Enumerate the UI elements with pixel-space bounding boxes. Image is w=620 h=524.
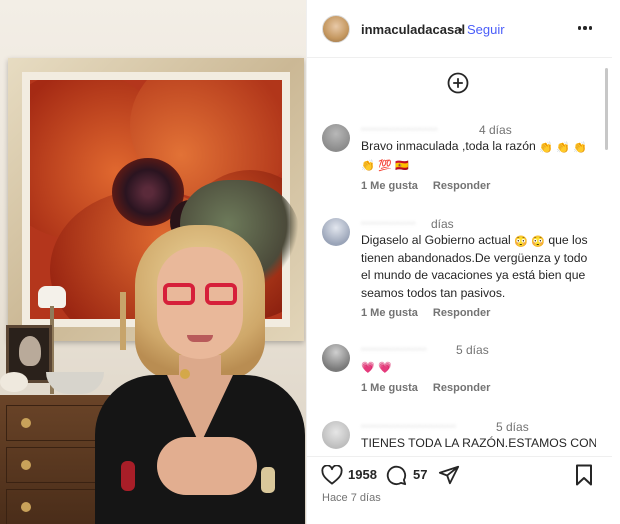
commenter-username-blurred[interactable]: ·················· bbox=[361, 344, 427, 356]
like-heart-icon[interactable] bbox=[321, 464, 343, 486]
comment-actions: 1 Me gusta Responder bbox=[361, 180, 502, 192]
comment-likes[interactable]: 1 Me gusta bbox=[361, 307, 418, 319]
separator-dot: • bbox=[458, 22, 463, 37]
comment-time: días bbox=[431, 217, 454, 231]
commenter-avatar[interactable] bbox=[322, 421, 350, 449]
reply-button[interactable]: Responder bbox=[433, 307, 490, 319]
comment-text: 💗 💗 bbox=[361, 362, 392, 374]
comments-scrollbar[interactable] bbox=[605, 68, 608, 150]
comment-time: 5 días bbox=[456, 343, 489, 357]
commenter-avatar[interactable] bbox=[322, 124, 350, 152]
comment-text: Digaselo al Gobierno actual 😳 😳 que los … bbox=[361, 233, 588, 300]
speaker bbox=[95, 225, 305, 524]
author-username[interactable]: inmaculadacasal bbox=[361, 22, 465, 37]
comment-actions: 1 Me gusta Responder bbox=[361, 307, 502, 319]
author-avatar[interactable] bbox=[322, 15, 350, 43]
comment-time: 4 días bbox=[479, 123, 512, 137]
post-date: Hace 7 días bbox=[322, 492, 381, 504]
comment-bubble-icon[interactable] bbox=[385, 464, 407, 486]
reply-button[interactable]: Responder bbox=[433, 180, 490, 192]
commenter-avatar[interactable] bbox=[322, 218, 350, 246]
comments-count[interactable]: 57 bbox=[413, 467, 427, 482]
post-video[interactable] bbox=[0, 0, 306, 524]
likes-count[interactable]: 1958 bbox=[348, 467, 377, 482]
post-action-bar: 1958 57 bbox=[307, 456, 613, 492]
comment-likes[interactable]: 1 Me gusta bbox=[361, 382, 418, 394]
red-glasses bbox=[163, 283, 237, 305]
dresser bbox=[0, 395, 110, 524]
lamp bbox=[38, 286, 66, 308]
reply-button[interactable]: Responder bbox=[433, 382, 490, 394]
post-header: inmaculadacasal • Seguir bbox=[307, 0, 613, 58]
follow-button[interactable]: Seguir bbox=[467, 22, 505, 37]
comment-likes[interactable]: 1 Me gusta bbox=[361, 180, 418, 192]
commenter-avatar[interactable] bbox=[322, 344, 350, 372]
share-send-icon[interactable] bbox=[438, 464, 460, 486]
add-comment-icon[interactable] bbox=[447, 72, 469, 94]
comment-time: 5 días bbox=[496, 420, 529, 434]
comment-actions: 1 Me gusta Responder bbox=[361, 382, 502, 394]
comment-text: Bravo inmaculada ,toda la razón 👏 👏 👏 👏 … bbox=[361, 139, 588, 172]
more-horizontal-icon[interactable] bbox=[573, 16, 597, 40]
save-bookmark-icon[interactable] bbox=[575, 464, 593, 486]
comment-text: TIENES TODA LA RAZÓN.ESTAMOS CON bbox=[361, 436, 596, 450]
commenter-username-blurred[interactable]: ····················· bbox=[361, 124, 438, 136]
commenter-username-blurred[interactable]: ·························· bbox=[361, 421, 456, 433]
commenter-username-blurred[interactable]: ··············· bbox=[361, 218, 416, 230]
post-panel: inmaculadacasal • Seguir ···············… bbox=[306, 0, 613, 524]
